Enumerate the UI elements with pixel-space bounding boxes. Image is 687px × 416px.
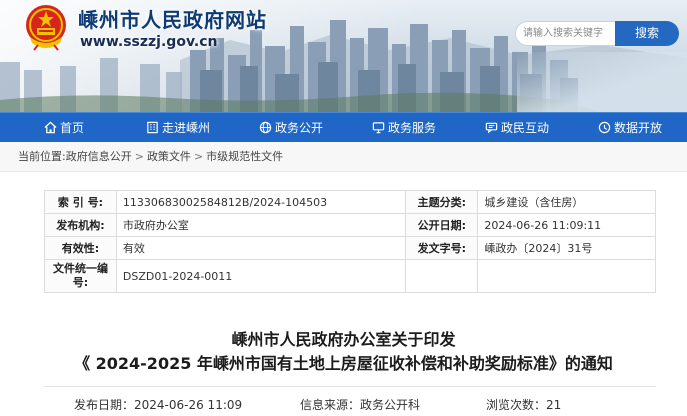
- breadcrumb-item-normative-docs[interactable]: 市级规范性文件: [206, 150, 283, 163]
- breadcrumb-separator: >: [134, 150, 144, 163]
- validity-label: 有效性:: [44, 236, 117, 260]
- pub-date-label: 公开日期:: [405, 213, 479, 237]
- breadcrumb-separator: >: [193, 150, 204, 163]
- home-icon: [44, 121, 57, 134]
- national-emblem-icon: [26, 5, 66, 51]
- nav-item-interaction[interactable]: 政民互动: [485, 113, 549, 143]
- pub-date-value: 2024-06-26 11:09:11: [477, 213, 656, 237]
- info-source: 信息来源：政务公开科: [300, 398, 421, 412]
- monitor-icon: [372, 122, 385, 134]
- chat-icon: [485, 122, 498, 134]
- issuer-value: 市政府办公室: [115, 213, 407, 237]
- table-row: 文件统一编号: DSZD01-2024-0011: [44, 259, 656, 293]
- article-title-line2: 《 2024-2025 年嵊州市国有土地上房屋征收补偿和补助奖励标准》的通知: [74, 354, 613, 373]
- breadcrumb-prefix: 当前位置:: [18, 150, 66, 163]
- globe-icon: [259, 121, 272, 134]
- search-button[interactable]: 搜索: [615, 21, 679, 46]
- validity-value: 有效: [115, 236, 407, 260]
- breadcrumb-item-policy-docs[interactable]: 政策文件: [147, 150, 191, 163]
- topic-value: 城乡建设（含住房）: [477, 190, 656, 214]
- building-icon: [147, 121, 158, 134]
- search-input[interactable]: [515, 21, 615, 46]
- publish-date: 发布日期：2024-06-26 11:09: [74, 398, 243, 412]
- site-url: www.sszzj.gov.cn: [80, 34, 218, 50]
- topic-label: 主题分类:: [405, 190, 479, 214]
- table-row: 有效性: 有效 发文字号: 嵊政办〔2024〕31号: [44, 236, 656, 260]
- table-row: 索 引 号: 11330683002584812B/2024-104503 主题…: [44, 190, 656, 214]
- document-info-table: 索 引 号: 11330683002584812B/2024-104503 主题…: [44, 190, 656, 293]
- unified-no-label: 文件统一编号:: [44, 259, 117, 293]
- nav-item-services[interactable]: 政务服务: [372, 113, 436, 143]
- river-area: [517, 52, 687, 112]
- nav-item-open-data[interactable]: 数据开放: [598, 113, 662, 143]
- index-no-label: 索 引 号:: [44, 190, 117, 214]
- doc-no-label: 发文字号:: [405, 236, 479, 260]
- doc-no-value: 嵊政办〔2024〕31号: [477, 236, 656, 260]
- nav-item-label: 首页: [60, 121, 85, 135]
- database-icon: [598, 121, 611, 134]
- site-title[interactable]: 嵊州市人民政府网站: [78, 4, 267, 33]
- nav-item-label: 政民互动: [501, 121, 550, 135]
- unified-no-value: DSZD01-2024-0011: [115, 259, 407, 293]
- breadcrumb: 当前位置:政府信息公开 > 政策文件 > 市级规范性文件: [0, 142, 687, 172]
- nav-item-home[interactable]: 首页: [44, 113, 84, 143]
- issuer-label: 发布机构:: [44, 213, 117, 237]
- nav-item-about[interactable]: 走进嵊州: [146, 113, 210, 143]
- nav-item-gov-affairs[interactable]: 政务公开: [259, 113, 323, 143]
- empty-cell: [405, 259, 479, 293]
- divider: [44, 386, 656, 387]
- nav-item-label: 走进嵊州: [162, 121, 211, 135]
- article-title-line1: 嵊州市人民政府办公室关于印发: [231, 330, 456, 349]
- nav-item-label: 数据开放: [614, 121, 663, 135]
- header-banner: 嵊州市人民政府网站 www.sszzj.gov.cn 搜索: [0, 0, 687, 112]
- nav-item-label: 政务服务: [388, 121, 437, 135]
- breadcrumb-item-info-disclosure[interactable]: 政府信息公开: [66, 150, 132, 163]
- index-no-value: 11330683002584812B/2024-104503: [115, 190, 407, 214]
- empty-cell: [477, 259, 656, 293]
- view-count: 浏览次数：21: [486, 398, 562, 412]
- nav-item-label: 政务公开: [275, 121, 324, 135]
- table-row: 发布机构: 市政府办公室 公开日期: 2024-06-26 11:09:11: [44, 213, 656, 237]
- main-nav: 首页 走进嵊州 政务公开 政务服务 政民互动 数据开放: [0, 112, 687, 142]
